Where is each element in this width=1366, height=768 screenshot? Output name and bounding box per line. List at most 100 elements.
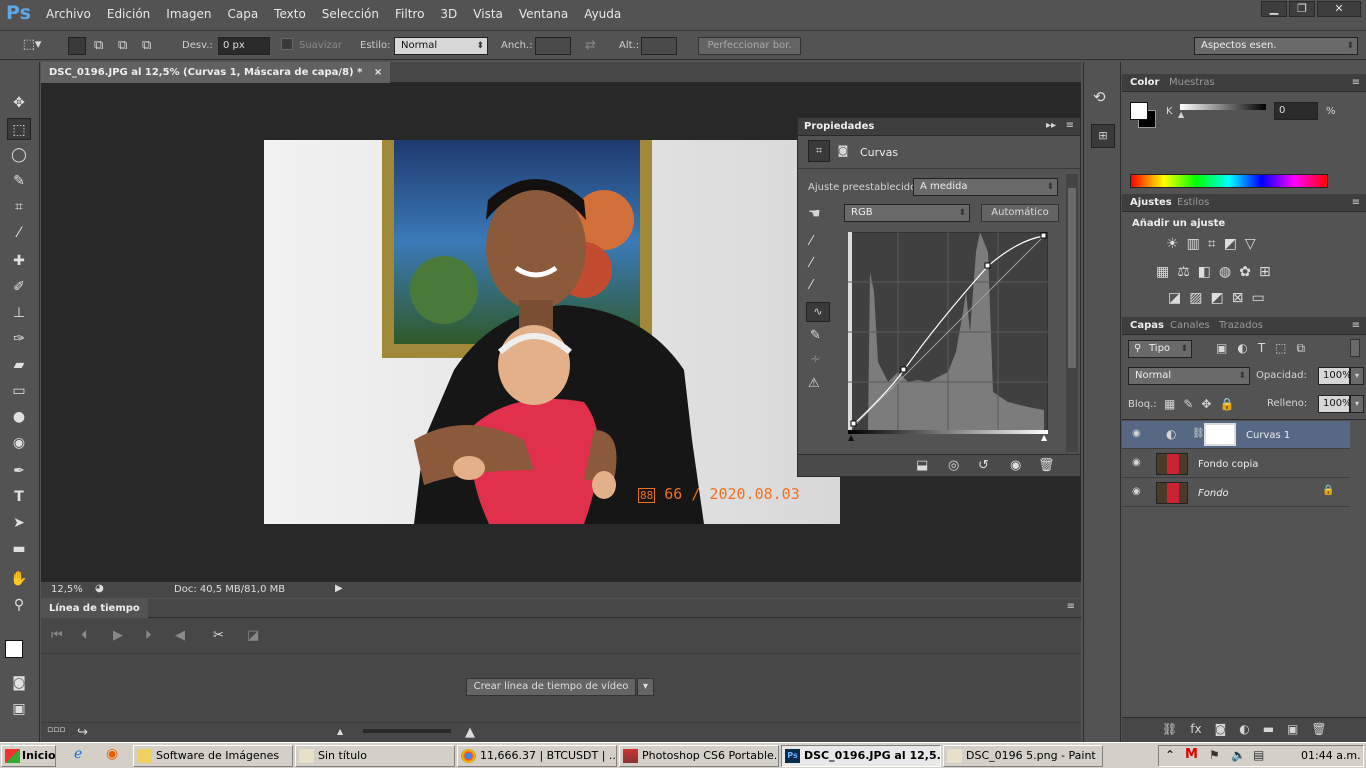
timeline-options-dropdown[interactable]: ▾ (637, 678, 654, 696)
play-icon[interactable]: ▶ (113, 628, 123, 643)
task-photoshop-active[interactable]: Ps DSC_0196.JPG al 12,5... (781, 745, 941, 767)
volume-icon[interactable]: 🔈 (1231, 748, 1246, 762)
properties-dock-icon[interactable]: ⊞ (1091, 124, 1115, 148)
layers-menu-icon[interactable]: ≡ (1352, 317, 1360, 335)
lock-pixels-icon[interactable]: ✎ (1183, 397, 1193, 411)
clipping-icon[interactable]: ⚠ (808, 376, 820, 391)
channel-mixer-icon[interactable]: ✿ (1239, 264, 1251, 280)
curve-point-tool-icon[interactable]: ∿ (806, 302, 830, 322)
quick-mask-icon[interactable]: ◙ (7, 672, 31, 694)
auto-button[interactable]: Automático (981, 204, 1059, 222)
screen-mode-icon[interactable]: ▣ (7, 698, 31, 720)
show-hidden-icon[interactable]: ⌃ (1165, 748, 1175, 762)
layer-row-fondo-copia[interactable]: ◉ Fondo copia (1122, 450, 1350, 478)
quick-select-tool-icon[interactable]: ✎ (7, 170, 31, 192)
menu-archivo[interactable]: Archivo (38, 0, 99, 28)
transition-icon[interactable]: ◪ (247, 628, 259, 643)
task-chrome[interactable]: 11,666.37 | BTCUSDT | ... (457, 745, 617, 767)
timeline-frames-icon[interactable]: ▫▫▫ (47, 725, 65, 735)
eraser-tool-icon[interactable]: ▰ (7, 354, 31, 376)
gray-point-eyedropper-icon[interactable]: ⁄ (810, 256, 812, 271)
eye-icon[interactable]: ◉ (1132, 457, 1141, 468)
adjustments-tab[interactable]: Ajustes (1130, 194, 1172, 212)
marquee-preset-icon[interactable]: ⬚▾ (22, 37, 42, 52)
styles-tab[interactable]: Estilos (1177, 194, 1209, 212)
document-tab[interactable]: DSC_0196.JPG al 12,5% (Curvas 1, Máscara… (41, 62, 391, 83)
lock-transparent-icon[interactable]: ▦ (1164, 397, 1175, 411)
first-frame-icon[interactable]: ⏮ (51, 628, 63, 643)
filter-toggle[interactable] (1350, 339, 1360, 357)
healing-tool-icon[interactable]: ✚ (7, 250, 31, 272)
posterize-icon[interactable]: ▨ (1189, 290, 1202, 306)
document-image[interactable]: 88 66 / 2020.08.03 (264, 140, 840, 524)
filter-shape-icon[interactable]: ⬚ (1275, 341, 1286, 356)
pen-tool-icon[interactable]: ✒ (7, 460, 31, 482)
menu-vista[interactable]: Vista (465, 0, 511, 28)
task-software[interactable]: Software de Imágenes (133, 745, 293, 767)
menu-texto[interactable]: Texto (266, 0, 314, 28)
fill-dropdown-icon[interactable]: ▾ (1350, 395, 1364, 413)
timeline-menu-icon[interactable]: ≡ (1067, 601, 1075, 612)
blend-mode-select[interactable]: Normal (1128, 367, 1250, 385)
filter-pixel-icon[interactable]: ▣ (1216, 341, 1227, 356)
layer-row-fondo[interactable]: ◉ Fondo 🔒 (1122, 479, 1350, 507)
shape-tool-icon[interactable]: ▬ (7, 538, 31, 560)
photo-filter-icon[interactable]: ◍ (1219, 264, 1231, 280)
opacity-input[interactable]: 100% (1318, 367, 1352, 385)
chain-icon[interactable]: ⛓ (1192, 428, 1205, 439)
curves-graph[interactable] (848, 232, 1048, 432)
stamp-tool-icon[interactable]: ⊥ (7, 302, 31, 324)
fg-color-chip[interactable] (1130, 102, 1148, 120)
menu-ventana[interactable]: Ventana (511, 0, 576, 28)
delete-icon[interactable]: 🗑 (1038, 458, 1055, 473)
targeted-adjust-icon[interactable]: ☚ (808, 206, 821, 222)
antivirus-icon[interactable]: M (1185, 747, 1198, 762)
preset-select[interactable]: A medida (913, 178, 1058, 196)
menu-capa[interactable]: Capa (219, 0, 266, 28)
restore-button[interactable]: ❐ (1289, 1, 1315, 17)
filter-adjust-icon[interactable]: ◐ (1237, 341, 1247, 356)
workspace-select[interactable]: Aspectos esen. (1194, 37, 1358, 55)
close-button[interactable]: ✕ (1317, 1, 1361, 17)
levels-icon[interactable]: ▥ (1187, 236, 1200, 252)
k-value-input[interactable]: 0 (1274, 102, 1318, 120)
menu-ayuda[interactable]: Ayuda (576, 0, 629, 28)
adjustments-menu-icon[interactable]: ≡ (1352, 194, 1360, 212)
k-slider-thumb-icon[interactable]: ▲ (1178, 110, 1184, 119)
move-tool-icon[interactable]: ✥ (7, 92, 31, 114)
channel-select[interactable]: RGB (844, 204, 970, 222)
white-input-slider-icon[interactable]: ▲ (1041, 433, 1047, 442)
menu-seleccion[interactable]: Selección (314, 0, 387, 28)
black-white-icon[interactable]: ◧ (1198, 264, 1211, 280)
lock-all-icon[interactable]: 🔒 (1219, 397, 1234, 411)
history-brush-tool-icon[interactable]: ✑ (7, 328, 31, 350)
status-menu-arrow-icon[interactable]: ▶ (335, 583, 343, 594)
lasso-tool-icon[interactable]: ◯ (7, 144, 31, 166)
layer-style-icon[interactable]: fx (1190, 722, 1201, 736)
layer-mask-thumbnail[interactable] (1204, 423, 1236, 446)
layer-filter-select[interactable]: ⚲ Tipo (1128, 340, 1192, 358)
curves-adj-icon[interactable]: ⌗ (1208, 236, 1216, 252)
zoom-out-icon[interactable]: ▲ (337, 727, 343, 736)
eyedropper-tool-icon[interactable]: ⁄ (7, 222, 31, 244)
foreground-color-swatch[interactable] (5, 640, 23, 658)
type-tool-icon[interactable]: T (7, 486, 31, 508)
ie-icon[interactable]: ℯ (74, 746, 82, 762)
invert-icon[interactable]: ◪ (1168, 290, 1181, 306)
clock[interactable]: 01:44 a.m. (1301, 749, 1361, 762)
dodge-tool-icon[interactable]: ◉ (7, 432, 31, 454)
prev-frame-icon[interactable]: ⏴ (81, 628, 88, 643)
swap-icon[interactable]: ⇄ (585, 38, 596, 53)
view-previous-icon[interactable]: ◎ (948, 458, 959, 473)
filter-type-icon[interactable]: T (1258, 341, 1265, 356)
split-icon[interactable]: ✂ (213, 628, 224, 643)
hue-sat-icon[interactable]: ▦ (1156, 264, 1169, 280)
create-video-timeline-button[interactable]: Crear línea de tiempo de vídeo (466, 678, 636, 696)
smooth-curve-icon[interactable]: ∻ (810, 352, 821, 367)
firefox-icon[interactable]: ◉ (106, 746, 118, 762)
collapse-icon[interactable]: ▸▸ (1046, 120, 1056, 131)
task-photoshop-portable[interactable]: Photoshop CS6 Portable.... (619, 745, 779, 767)
layer-name[interactable]: Curvas 1 (1246, 430, 1290, 441)
height-input[interactable] (641, 37, 677, 55)
add-mask-icon[interactable]: ◙ (1215, 722, 1227, 736)
